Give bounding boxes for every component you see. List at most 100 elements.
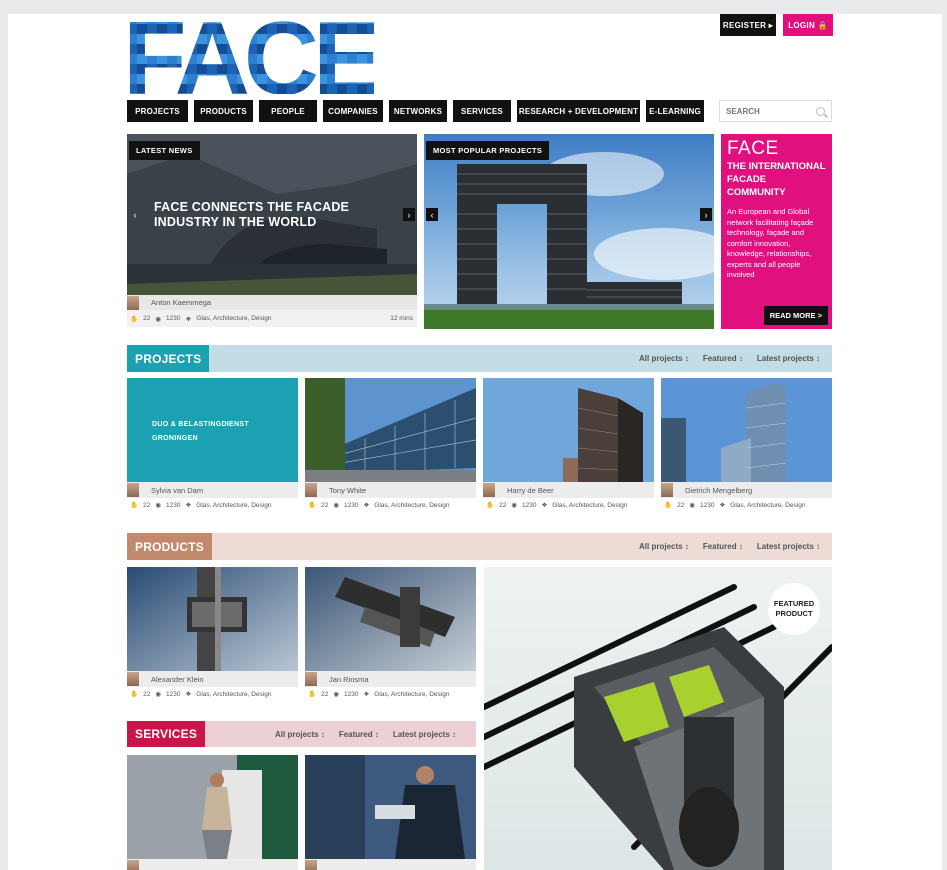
popular-next-arrow[interactable]: › (700, 208, 712, 221)
product-tags[interactable]: Glas, Architecture, Design (374, 691, 449, 698)
project-card[interactable]: DUO & BELASTINGDIENST GRONINGEN Sylvia v… (127, 378, 298, 512)
like-icon[interactable]: ✋ (130, 315, 138, 323)
filter-latest-projects[interactable]: Latest projects (757, 354, 820, 363)
like-icon[interactable]: ✋ (130, 690, 138, 698)
product-card[interactable]: Alexander Klein ✋ 22 ◉ 1230 ❖ Glas, Architect… (127, 567, 298, 701)
news-headline[interactable]: FACE CONNECTS THE FACADE INDUSTRY IN THE… (154, 200, 374, 230)
project-author[interactable]: Tony White (329, 486, 366, 495)
product-thumb[interactable] (305, 567, 476, 671)
tag-icon: ❖ (363, 691, 370, 698)
project-author[interactable]: Dietrich Mengelberg (685, 486, 752, 495)
like-count: 22 (321, 690, 329, 698)
filter-featured[interactable]: Featured (703, 354, 743, 363)
view-count: 1230 (344, 501, 359, 509)
service-card[interactable] (127, 755, 298, 870)
project-thumb[interactable] (661, 378, 832, 482)
product-tags[interactable]: Glas, Architecture, Design (196, 691, 271, 698)
popular-prev-arrow[interactable]: ‹ (426, 208, 438, 221)
news-next-arrow[interactable]: › (403, 208, 415, 221)
nav-companies[interactable]: COMPANIES (323, 100, 383, 122)
news-prev-arrow[interactable]: ‹ (129, 208, 141, 221)
nav-research-development[interactable]: RESEARCH + DEVELOPMENT (517, 100, 640, 122)
search-icon[interactable] (816, 106, 825, 116)
content-wrap: FACE REGISTER ▸ LOGIN 🔒 PROJECTS PRODUCT… (127, 14, 833, 870)
project-tags[interactable]: Glas, Architecture, Design (730, 502, 805, 509)
like-icon[interactable]: ✋ (664, 501, 672, 509)
view-icon: ◉ (155, 691, 161, 698)
project-tags[interactable]: Glas, Architecture, Design (374, 502, 449, 509)
news-author-row: Anton Kaemmega (127, 295, 417, 310)
filter-latest-projects[interactable]: Latest projects (757, 542, 820, 551)
filter-featured[interactable]: Featured (339, 730, 379, 739)
project-tags[interactable]: Glas, Architecture, Design (552, 502, 627, 509)
featured-product[interactable]: FEATURED PRODUCT (484, 567, 832, 870)
filter-all-projects[interactable]: All projects (275, 730, 325, 739)
view-icon: ◉ (689, 502, 695, 509)
avatar (127, 860, 139, 870)
nav-services[interactable]: SERVICES (453, 100, 511, 122)
service-thumb[interactable] (127, 755, 298, 859)
project-thumb[interactable] (483, 378, 654, 482)
nav-projects[interactable]: PROJECTS (127, 100, 188, 122)
filter-featured[interactable]: Featured (703, 542, 743, 551)
page: FACE REGISTER ▸ LOGIN 🔒 PROJECTS PRODUCT… (8, 14, 942, 870)
project-author[interactable]: Sylvia van Dam (151, 486, 203, 495)
product-author[interactable]: Alexander Klein (151, 675, 204, 684)
products-section-bar: PRODUCTS All projects Featured Latest pr… (127, 533, 832, 560)
nav-e-learning[interactable]: E-LEARNING (646, 100, 704, 122)
services-section-bar: SERVICES All projects Featured Latest pr… (127, 721, 476, 747)
avatar (483, 483, 495, 497)
product-thumb[interactable] (127, 567, 298, 671)
products-section-title[interactable]: PRODUCTS (127, 533, 212, 560)
avatar (305, 483, 317, 497)
like-icon[interactable]: ✋ (308, 690, 316, 698)
promo-brand: FACE (727, 138, 779, 159)
tag-icon: ❖ (185, 315, 192, 323)
project-thumb[interactable]: DUO & BELASTINGDIENST GRONINGEN (127, 378, 298, 482)
register-button[interactable]: REGISTER ▸ (720, 14, 776, 36)
view-icon: ◉ (333, 502, 339, 509)
project-thumb[interactable] (305, 378, 476, 482)
login-button[interactable]: LOGIN 🔒 (783, 14, 833, 36)
like-count: 22 (677, 501, 685, 509)
nav-networks[interactable]: NETWORKS (389, 100, 447, 122)
promo-text: An European and Global network facilitat… (727, 207, 814, 279)
projects-filters: All projects Featured Latest projects (625, 354, 820, 363)
search-input[interactable] (726, 106, 812, 116)
news-author[interactable]: Anton Kaemmega (151, 298, 211, 307)
news-tags[interactable]: Glas, Architecture, Design (196, 315, 271, 322)
like-count: 22 (321, 501, 329, 509)
nav-products[interactable]: PRODUCTS (194, 100, 253, 122)
main-nav: PROJECTS PRODUCTS PEOPLE COMPANIES NETWO… (127, 100, 710, 122)
featured-product-badge: FEATURED PRODUCT (768, 583, 820, 635)
svg-text:FACE: FACE (127, 14, 374, 94)
like-icon[interactable]: ✋ (308, 501, 316, 509)
avatar (127, 672, 139, 686)
project-overlay-title: DUO & BELASTINGDIENST GRONINGEN (152, 421, 249, 442)
tag-icon: ❖ (363, 502, 370, 509)
face-logo[interactable]: FACE (127, 14, 374, 94)
like-icon[interactable]: ✋ (130, 501, 138, 509)
filter-all-projects[interactable]: All projects (639, 542, 689, 551)
product-card[interactable]: Jan Rinsma ✋ 22 ◉ 1230 ❖ Glas, Architecture, … (305, 567, 476, 701)
project-tags[interactable]: Glas, Architecture, Design (196, 502, 271, 509)
view-count: 1230 (166, 501, 181, 509)
projects-section-title[interactable]: PROJECTS (127, 345, 210, 372)
product-author[interactable]: Jan Rinsma (329, 675, 369, 684)
avatar (127, 483, 139, 497)
service-thumb[interactable] (305, 755, 476, 859)
project-card[interactable]: Tony White ✋ 22 ◉ 1230 ❖ Glas, Architecture, … (305, 378, 476, 512)
service-card[interactable] (305, 755, 476, 870)
services-section-title[interactable]: SERVICES (127, 721, 206, 747)
project-card[interactable]: Dietrich Mengelberg ✋ 22 ◉ 1230 ❖ Glas, Archi… (661, 378, 832, 512)
read-more-button[interactable]: READ MORE > (763, 306, 828, 325)
news-stats: ✋ 22 ◉ 1230 ❖ Glas, Architecture, Design… (127, 312, 417, 325)
nav-people[interactable]: PEOPLE (259, 100, 317, 122)
project-author[interactable]: Harry de Beer (507, 486, 554, 495)
like-icon[interactable]: ✋ (486, 501, 494, 509)
avatar (305, 860, 317, 870)
filter-all-projects[interactable]: All projects (639, 354, 689, 363)
project-card[interactable]: Harry de Beer ✋ 22 ◉ 1230 ❖ Glas, Architectur… (483, 378, 654, 512)
filter-latest-projects[interactable]: Latest projects (393, 730, 456, 739)
latest-news-slider: LATEST NEWS FACE CONNECTS THE FACADE IND… (127, 134, 417, 327)
